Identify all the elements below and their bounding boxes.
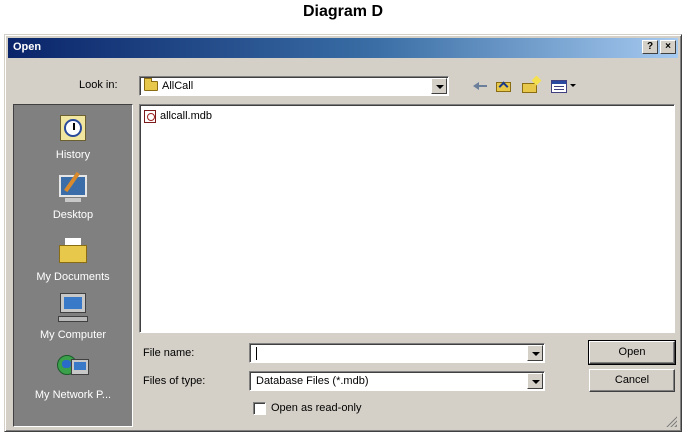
look-in-label: Look in: xyxy=(79,79,118,91)
help-button[interactable]: ? xyxy=(642,40,658,54)
places-bar: History Desktop My Documents My Computer… xyxy=(13,104,133,427)
network-places-icon xyxy=(55,351,91,385)
dropdown-arrow-icon[interactable] xyxy=(527,345,543,361)
look-in-value: AllCall xyxy=(162,80,194,92)
places-item-label: History xyxy=(55,149,91,161)
places-item-label: My Computer xyxy=(39,329,107,341)
history-icon xyxy=(55,111,91,145)
look-in-dropdown[interactable]: AllCall xyxy=(139,76,449,96)
read-only-label: Open as read-only xyxy=(271,402,362,414)
open-button[interactable]: Open xyxy=(588,340,676,365)
read-only-checkbox[interactable] xyxy=(253,402,266,415)
file-item-name: allcall.mdb xyxy=(160,110,212,122)
new-folder-icon[interactable] xyxy=(520,75,542,95)
my-computer-icon xyxy=(55,291,91,325)
access-database-icon xyxy=(144,110,156,123)
figure-caption: Diagram D xyxy=(302,3,384,20)
file-list[interactable]: allcall.mdb xyxy=(139,104,675,333)
dialog-title: Open xyxy=(13,41,42,53)
dropdown-arrow-icon[interactable] xyxy=(527,373,543,389)
file-name-input[interactable] xyxy=(249,343,545,363)
dropdown-arrow-icon[interactable] xyxy=(431,78,447,94)
files-of-type-label: Files of type: xyxy=(143,375,206,387)
open-dialog: Open ? × Look in: AllCall History Deskto… xyxy=(4,34,682,432)
up-one-level-icon[interactable] xyxy=(494,77,514,95)
file-name-label: File name: xyxy=(143,347,195,359)
resize-grip-icon[interactable] xyxy=(665,415,677,427)
view-menu-icon[interactable] xyxy=(549,77,577,95)
back-arrow-icon[interactable] xyxy=(471,77,489,95)
places-item-label: My Network P... xyxy=(34,389,112,401)
cancel-button[interactable]: Cancel xyxy=(589,369,675,392)
places-item-label: Desktop xyxy=(52,209,94,221)
close-button[interactable]: × xyxy=(660,40,676,54)
text-caret xyxy=(256,347,257,360)
places-item-label: My Documents xyxy=(36,271,110,283)
files-of-type-value: Database Files (*.mdb) xyxy=(256,375,369,387)
my-documents-icon xyxy=(55,233,91,267)
title-bar[interactable]: Open ? × xyxy=(8,38,678,58)
desktop-icon xyxy=(55,171,91,205)
folder-icon xyxy=(144,78,158,91)
files-of-type-dropdown[interactable]: Database Files (*.mdb) xyxy=(249,371,545,391)
